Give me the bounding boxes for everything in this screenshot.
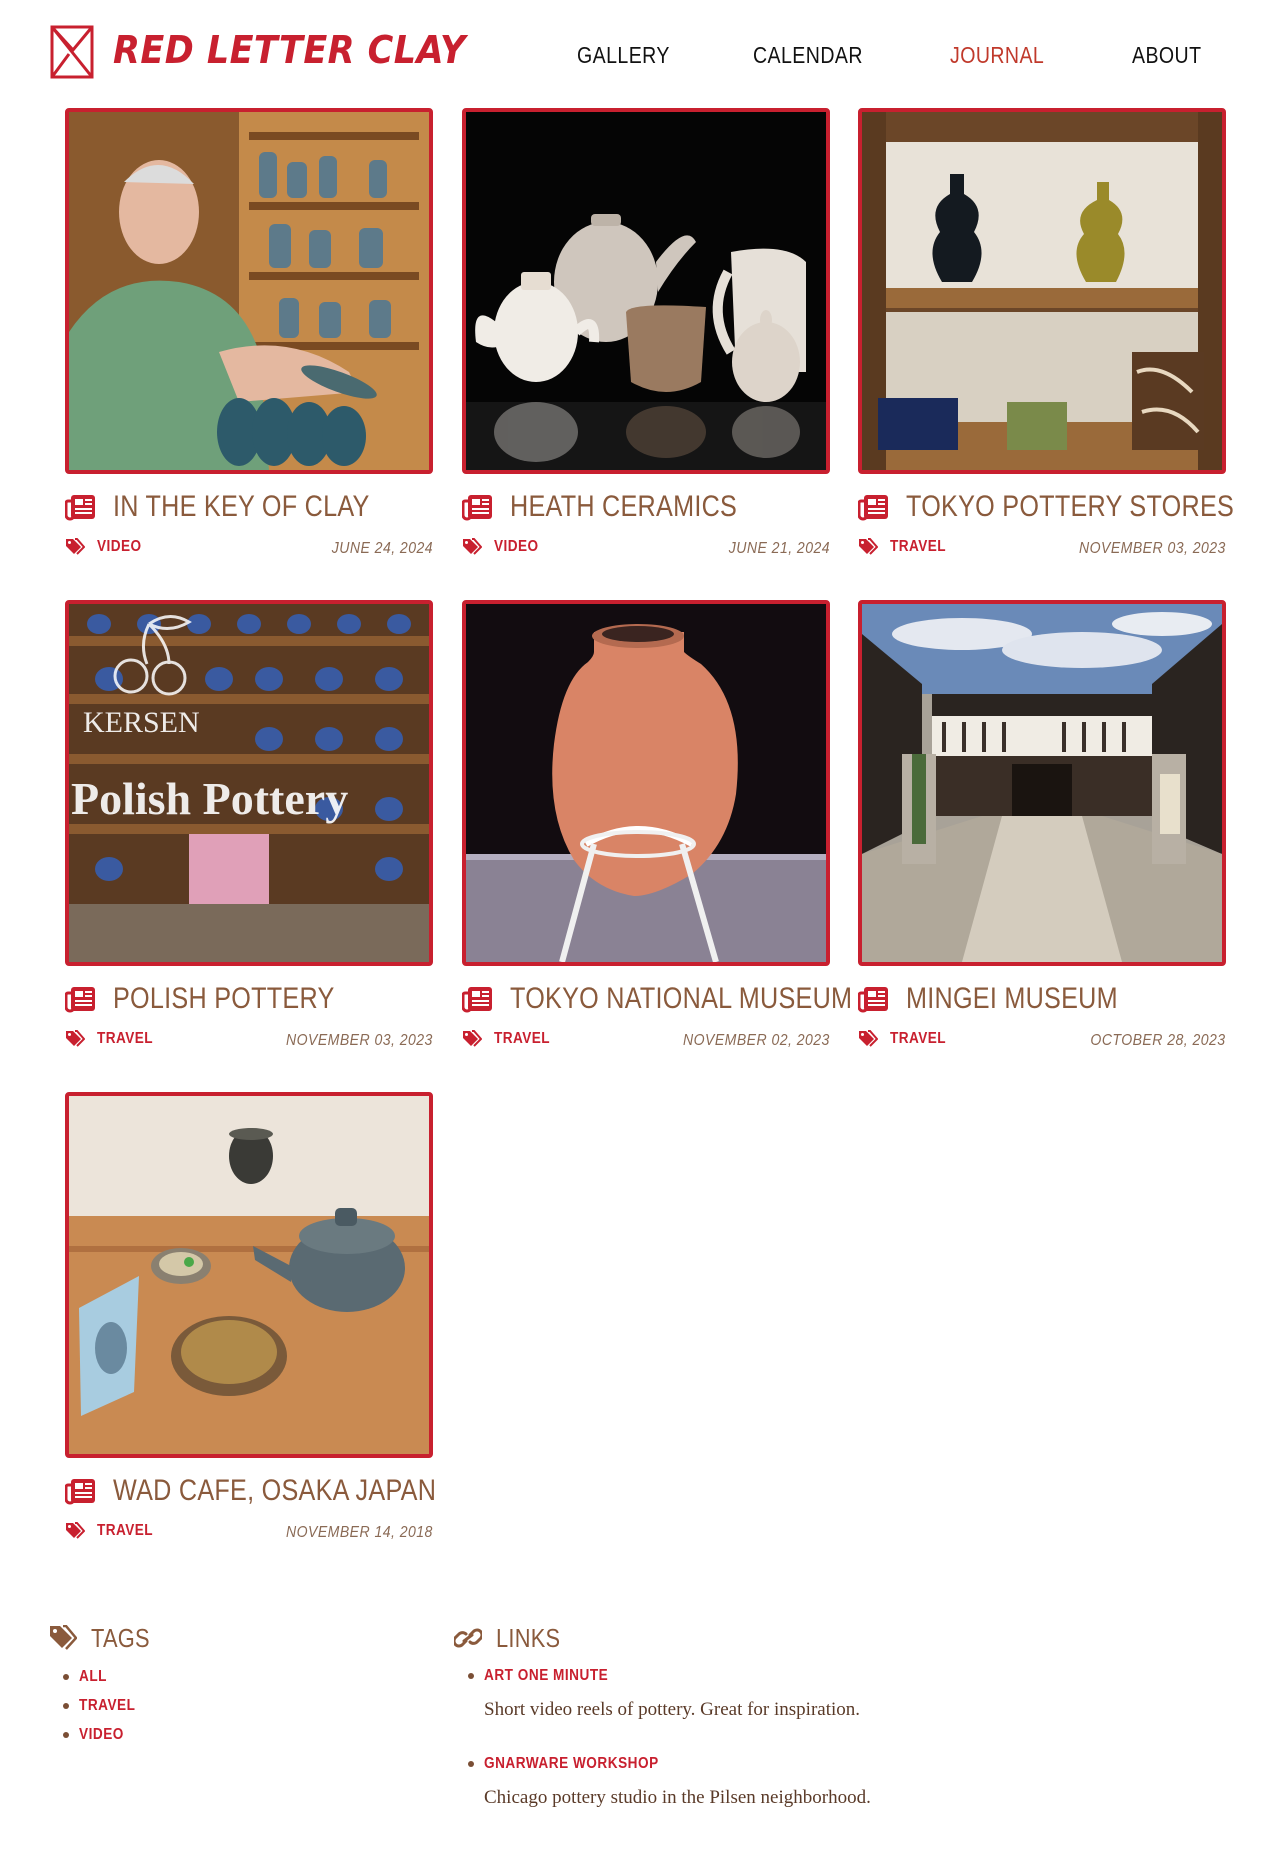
post-tag[interactable]: VIDEO [462, 538, 546, 556]
post-title[interactable]: WAD CAFE, OSAKA JAPAN [113, 1474, 436, 1508]
site-header: RED LETTER CLAY GALLERY CALENDAR JOURNAL… [0, 0, 1280, 110]
post-tag[interactable]: TRAVEL [462, 1030, 560, 1048]
list-item: TRAVEL [63, 1691, 161, 1720]
post-image[interactable] [65, 108, 433, 474]
newspaper-icon [462, 493, 494, 521]
newspaper-icon [858, 985, 890, 1013]
link-description: Short video reels of pottery. Great for … [484, 1699, 861, 1720]
tags-heading: TAGS [91, 1622, 150, 1653]
tags-icon [65, 538, 85, 556]
post-date: OCTOBER 28, 2023 [1090, 1032, 1226, 1049]
white-teapots-image [466, 112, 826, 470]
post-tag-label: TRAVEL [97, 1030, 153, 1047]
newspaper-icon [65, 985, 97, 1013]
tag-link-travel[interactable]: TRAVEL [79, 1691, 135, 1720]
storefront-brand-text: KERSEN [83, 706, 200, 739]
tags-icon [65, 1522, 85, 1540]
post-image[interactable] [462, 108, 830, 474]
post-date: JUNE 24, 2024 [331, 540, 433, 557]
nav-calendar[interactable]: CALENDAR [753, 42, 863, 69]
storefront-sign-text: Polish Pottery [71, 773, 348, 824]
tags-section: TAGS ALL TRAVEL VIDEO [49, 1620, 161, 1749]
tag-link-all[interactable]: ALL [79, 1662, 107, 1691]
tags-icon [858, 538, 878, 556]
tags-icon [65, 1030, 85, 1048]
post-image[interactable] [462, 600, 830, 966]
man-in-pottery-shop-image [69, 112, 429, 470]
tag-list: ALL TRAVEL VIDEO [63, 1662, 161, 1749]
links-section: LINKS ART ONE MINUTE Short video reels o… [454, 1620, 871, 1838]
post-date: NOVEMBER 02, 2023 [683, 1032, 830, 1049]
main-nav: GALLERY CALENDAR JOURNAL ABOUT [0, 42, 1280, 76]
post-image[interactable]: KERSEN Polish Pottery [65, 600, 433, 966]
post-tag-label: TRAVEL [890, 1030, 946, 1047]
nav-journal[interactable]: JOURNAL [950, 42, 1044, 69]
post-tag[interactable]: TRAVEL [65, 1030, 163, 1048]
tag-link-video[interactable]: VIDEO [79, 1720, 124, 1749]
post-tag[interactable]: TRAVEL [858, 538, 956, 556]
post-date: NOVEMBER 14, 2018 [286, 1524, 433, 1541]
post-title[interactable]: TOKYO NATIONAL MUSEUM [510, 982, 852, 1016]
polish-pottery-storefront-image: KERSEN Polish Pottery [69, 604, 429, 962]
list-item: GNARWARE WORKSHOP Chicago pottery studio… [468, 1750, 871, 1810]
post-tag-label: VIDEO [494, 538, 539, 555]
tags-icon [858, 1030, 878, 1048]
newspaper-icon [65, 493, 97, 521]
post-date: NOVEMBER 03, 2023 [1079, 540, 1226, 557]
link-list: ART ONE MINUTE Short video reels of pott… [468, 1662, 871, 1810]
post-tag[interactable]: TRAVEL [858, 1030, 956, 1048]
vases-on-shelf-image [862, 112, 1222, 470]
post-tag[interactable]: VIDEO [65, 538, 149, 556]
post-image[interactable] [858, 600, 1226, 966]
tags-icon [462, 1030, 482, 1048]
post-tag-label: VIDEO [97, 538, 142, 555]
post-date: JUNE 21, 2024 [728, 540, 830, 557]
museum-courtyard-image [862, 604, 1222, 962]
post-tag-label: TRAVEL [494, 1030, 550, 1047]
links-heading: LINKS [496, 1622, 561, 1653]
list-item: VIDEO [63, 1720, 161, 1749]
link-icon [454, 1628, 482, 1648]
tags-icon [462, 538, 482, 556]
post-image[interactable] [858, 108, 1226, 474]
post-title[interactable]: HEATH CERAMICS [510, 490, 737, 524]
post-title[interactable]: POLISH POTTERY [113, 982, 335, 1016]
post-date: NOVEMBER 03, 2023 [286, 1032, 433, 1049]
list-item: ART ONE MINUTE Short video reels of pott… [468, 1662, 871, 1722]
post-tag[interactable]: TRAVEL [65, 1522, 163, 1540]
link-gnarware-workshop[interactable]: GNARWARE WORKSHOP [484, 1750, 659, 1778]
nav-about[interactable]: ABOUT [1132, 42, 1201, 69]
terracotta-jar-image [466, 604, 826, 962]
newspaper-icon [858, 493, 890, 521]
newspaper-icon [462, 985, 494, 1013]
tea-set-on-tray-image [69, 1096, 429, 1454]
tags-icon [50, 1625, 77, 1650]
post-tag-label: TRAVEL [97, 1522, 153, 1539]
post-title[interactable]: IN THE KEY OF CLAY [113, 490, 370, 524]
nav-gallery[interactable]: GALLERY [577, 42, 670, 69]
link-art-one-minute[interactable]: ART ONE MINUTE [484, 1662, 608, 1690]
post-tag-label: TRAVEL [890, 538, 946, 555]
newspaper-icon [65, 1477, 97, 1505]
post-title[interactable]: MINGEI MUSEUM [906, 982, 1118, 1016]
post-image[interactable] [65, 1092, 433, 1458]
list-item: ALL [63, 1662, 161, 1691]
link-description: Chicago pottery studio in the Pilsen nei… [484, 1787, 871, 1808]
post-title[interactable]: TOKYO POTTERY STORES [906, 490, 1234, 524]
